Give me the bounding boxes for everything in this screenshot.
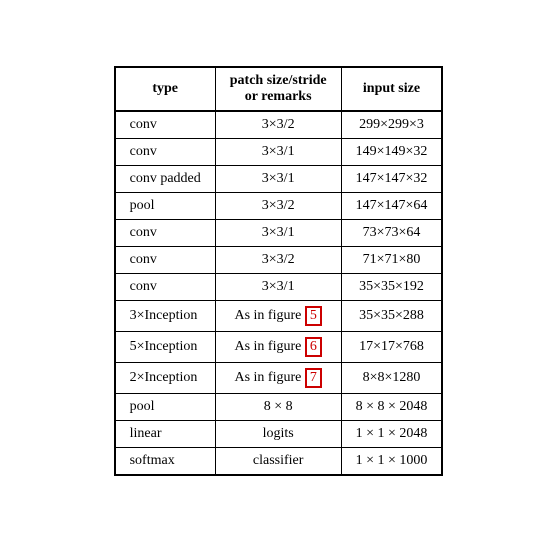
cell-type: 3×Inception — [115, 300, 216, 331]
cell-type: conv — [115, 138, 216, 165]
patch-number: 6 — [305, 337, 322, 357]
cell-patch: 3×3/1 — [215, 138, 341, 165]
cell-type: conv — [115, 219, 216, 246]
cell-input: 149×149×32 — [341, 138, 442, 165]
cell-patch: As in figure 6 — [215, 331, 341, 362]
cell-input: 299×299×3 — [341, 111, 442, 139]
cell-type: conv — [115, 111, 216, 139]
cell-patch: As in figure 5 — [215, 300, 341, 331]
cell-input: 1 × 1 × 1000 — [341, 447, 442, 475]
table-row: pool8 × 88 × 8 × 2048 — [115, 393, 443, 420]
patch-prefix: As in figure — [234, 339, 304, 354]
cell-input: 147×147×32 — [341, 165, 442, 192]
cell-patch: 3×3/2 — [215, 192, 341, 219]
patch-number: 7 — [305, 368, 322, 388]
patch-number: 5 — [305, 306, 322, 326]
cell-type: 2×Inception — [115, 362, 216, 393]
table-row: conv3×3/2299×299×3 — [115, 111, 443, 139]
cell-type: pool — [115, 393, 216, 420]
table-row: 3×InceptionAs in figure 535×35×288 — [115, 300, 443, 331]
cell-patch: As in figure 7 — [215, 362, 341, 393]
cell-input: 17×17×768 — [341, 331, 442, 362]
cell-type: conv padded — [115, 165, 216, 192]
cell-patch: logits — [215, 420, 341, 447]
cell-type: pool — [115, 192, 216, 219]
table-body: conv3×3/2299×299×3conv3×3/1149×149×32con… — [115, 111, 443, 475]
table-row: 5×InceptionAs in figure 617×17×768 — [115, 331, 443, 362]
table-row: linearlogits1 × 1 × 2048 — [115, 420, 443, 447]
cell-input: 8 × 8 × 2048 — [341, 393, 442, 420]
cell-type: conv — [115, 246, 216, 273]
cell-type: conv — [115, 273, 216, 300]
table-row: 2×InceptionAs in figure 78×8×1280 — [115, 362, 443, 393]
cell-input: 8×8×1280 — [341, 362, 442, 393]
cell-type: linear — [115, 420, 216, 447]
col-header-patch: patch size/strideor remarks — [215, 67, 341, 111]
table-row: conv3×3/271×71×80 — [115, 246, 443, 273]
cell-patch: 3×3/1 — [215, 165, 341, 192]
table-row: conv3×3/173×73×64 — [115, 219, 443, 246]
col-header-type: type — [115, 67, 216, 111]
cell-patch: 3×3/1 — [215, 273, 341, 300]
cell-type: softmax — [115, 447, 216, 475]
architecture-table: type patch size/strideor remarks input s… — [114, 66, 444, 476]
cell-patch: 3×3/1 — [215, 219, 341, 246]
col-header-input: input size — [341, 67, 442, 111]
cell-input: 71×71×80 — [341, 246, 442, 273]
cell-patch: 8 × 8 — [215, 393, 341, 420]
table-wrapper: type patch size/strideor remarks input s… — [94, 46, 464, 496]
patch-prefix: As in figure — [234, 370, 304, 385]
cell-type: 5×Inception — [115, 331, 216, 362]
cell-input: 73×73×64 — [341, 219, 442, 246]
table-row: conv3×3/1149×149×32 — [115, 138, 443, 165]
cell-patch: classifier — [215, 447, 341, 475]
cell-input: 35×35×192 — [341, 273, 442, 300]
table-row: pool3×3/2147×147×64 — [115, 192, 443, 219]
table-row: conv padded3×3/1147×147×32 — [115, 165, 443, 192]
cell-patch: 3×3/2 — [215, 246, 341, 273]
cell-input: 35×35×288 — [341, 300, 442, 331]
table-row: softmaxclassifier1 × 1 × 1000 — [115, 447, 443, 475]
patch-prefix: As in figure — [234, 308, 304, 323]
cell-input: 147×147×64 — [341, 192, 442, 219]
cell-input: 1 × 1 × 2048 — [341, 420, 442, 447]
table-row: conv3×3/135×35×192 — [115, 273, 443, 300]
cell-patch: 3×3/2 — [215, 111, 341, 139]
header-row: type patch size/strideor remarks input s… — [115, 67, 443, 111]
